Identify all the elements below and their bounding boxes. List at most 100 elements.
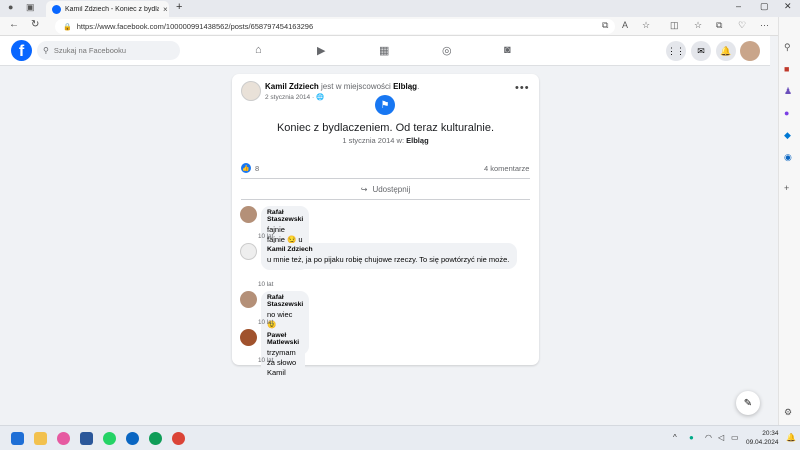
post-location[interactable]: Elbląg bbox=[393, 82, 417, 91]
post-author-name[interactable]: Kamil Zdziech bbox=[265, 82, 319, 91]
facebook-search-box[interactable]: ⚲ bbox=[37, 41, 180, 60]
app-icon[interactable] bbox=[57, 432, 70, 445]
share-label: Udostępnij bbox=[372, 184, 411, 194]
tab-actions-icon[interactable]: ▣ bbox=[26, 2, 35, 13]
event-place[interactable]: Elbląg bbox=[406, 136, 429, 145]
comment-author[interactable]: Paweł Matlewski bbox=[267, 332, 299, 346]
search-input[interactable] bbox=[53, 46, 164, 55]
clock-time: 20:34 bbox=[762, 430, 779, 437]
video-icon[interactable]: ▶ bbox=[317, 44, 325, 57]
tools-icon[interactable]: ♟ bbox=[784, 86, 792, 97]
file-explorer-icon[interactable] bbox=[34, 432, 47, 445]
back-arrow-icon[interactable]: ← bbox=[9, 19, 19, 30]
favorite-star-icon[interactable]: ☆ bbox=[642, 20, 650, 31]
tab-title: Kamil Zdziech - Koniec z bydlac bbox=[65, 5, 159, 13]
settings-more-icon[interactable]: ⋯ bbox=[760, 20, 769, 31]
share-button[interactable]: ↪ Udostępnij bbox=[241, 182, 530, 196]
commenter-avatar[interactable] bbox=[240, 206, 257, 223]
shopping-icon[interactable]: ■ bbox=[784, 64, 789, 74]
profile-icon[interactable]: ● bbox=[8, 2, 13, 12]
location-prefix: jest w miejscowości bbox=[321, 82, 391, 91]
outlook-icon[interactable]: ◉ bbox=[784, 152, 792, 163]
add-sidebar-icon[interactable]: + bbox=[784, 183, 789, 193]
wifi-icon[interactable]: ◠ bbox=[705, 433, 712, 442]
notifications-icon[interactable]: 🔔 bbox=[786, 433, 796, 442]
office-icon[interactable]: ◆ bbox=[784, 130, 791, 141]
post-more-button[interactable]: ••• bbox=[515, 82, 530, 94]
games-icon[interactable]: ● bbox=[784, 108, 789, 118]
chrome-browser-icon[interactable] bbox=[172, 432, 185, 445]
clock-date: 09.04.2024 bbox=[746, 439, 779, 447]
new-tab-button[interactable]: + bbox=[176, 1, 182, 13]
battery-icon[interactable]: ▭ bbox=[731, 433, 739, 442]
post-date[interactable]: 2 stycznia 2014 bbox=[265, 94, 310, 101]
comment-author[interactable]: Rafał Staszewski bbox=[267, 294, 303, 308]
notifications-bell-icon[interactable]: 🔔 bbox=[716, 41, 736, 61]
search-sidebar-icon[interactable]: ⚲ bbox=[784, 42, 791, 53]
minimize-button[interactable]: – bbox=[736, 1, 741, 11]
messenger-app-icon[interactable] bbox=[126, 432, 139, 445]
edge-browser-icon[interactable] bbox=[149, 432, 162, 445]
event-date-line: 1 stycznia 2014 w: Elbląg bbox=[232, 136, 539, 145]
like-reaction-icon: 👍 bbox=[241, 163, 251, 173]
flag-event-icon: ⚑ bbox=[375, 95, 395, 115]
menu-grid-icon[interactable]: ⋮⋮ bbox=[666, 41, 686, 61]
system-clock[interactable]: 20:34 09.04.2024 bbox=[746, 429, 779, 448]
event-date: 1 stycznia 2014 w: bbox=[342, 136, 405, 145]
facebook-header: f ⚲ ⌂ ▶ ▦ ◎ ◙ ⋮⋮ ✉ 🔔 bbox=[0, 36, 770, 66]
url-field[interactable]: 🔒 https://www.facebook.com/1000009914385… bbox=[55, 19, 615, 34]
gaming-icon[interactable]: ◎ bbox=[442, 44, 452, 57]
refresh-icon[interactable]: ↻ bbox=[31, 19, 39, 30]
tab-close-icon[interactable]: × bbox=[163, 5, 168, 14]
commenter-avatar[interactable] bbox=[240, 291, 257, 308]
windows-taskbar: ^ ● ◠ ◁ ▭ 20:34 09.04.2024 🔔 bbox=[0, 425, 800, 450]
page-scrollbar[interactable] bbox=[769, 66, 777, 422]
comments-count[interactable]: 4 komentarze bbox=[484, 164, 529, 173]
profile-avatar[interactable] bbox=[740, 41, 760, 61]
post-author-line: Kamil Zdziech jest w miejscowości Elbląg… bbox=[265, 82, 419, 91]
tray-app-icon[interactable]: ● bbox=[689, 433, 694, 442]
close-window-button[interactable]: ✕ bbox=[784, 1, 792, 12]
collections-icon[interactable]: ⧉ bbox=[716, 20, 722, 31]
reaction-count: 8 bbox=[255, 163, 260, 173]
favorites-icon[interactable]: ☆ bbox=[694, 20, 702, 31]
facebook-logo-icon[interactable]: f bbox=[11, 40, 32, 61]
extensions-icon[interactable]: ♡ bbox=[738, 20, 746, 31]
read-aloud-icon[interactable]: A bbox=[622, 20, 628, 30]
event-title: Koniec z bydlaczeniem. Od teraz kultural… bbox=[276, 122, 495, 134]
tab-facebook-post[interactable]: Kamil Zdziech - Koniec z bydlac × bbox=[46, 1, 169, 17]
messenger-icon[interactable]: ✉ bbox=[691, 41, 711, 61]
author-avatar[interactable] bbox=[241, 81, 261, 101]
reactions-summary[interactable]: 👍 8 bbox=[241, 163, 259, 173]
commenter-avatar[interactable] bbox=[240, 243, 257, 260]
tray-chevron-icon[interactable]: ^ bbox=[673, 433, 677, 442]
outlook-app-icon[interactable] bbox=[80, 432, 93, 445]
post-date-line: 2 stycznia 2014 · 🌐 bbox=[265, 93, 324, 101]
home-icon[interactable]: ⌂ bbox=[255, 44, 262, 56]
whatsapp-icon[interactable] bbox=[103, 432, 116, 445]
comment-time[interactable]: 10 lat bbox=[258, 233, 273, 240]
open-in-app-icon[interactable]: ⧉ bbox=[602, 20, 608, 31]
comment-text: u mnie też, ja po pijaku robię chujowe r… bbox=[267, 255, 510, 264]
groups-icon[interactable]: ◙ bbox=[504, 44, 511, 56]
facebook-favicon-icon bbox=[52, 4, 61, 14]
volume-icon[interactable]: ◁ bbox=[718, 433, 724, 442]
marketplace-icon[interactable]: ▦ bbox=[379, 44, 389, 57]
windows-start-icon[interactable] bbox=[11, 432, 24, 445]
browser-sidebar: ⚲ ■ ♟ ● ◆ ◉ + ⚙ bbox=[778, 17, 800, 425]
comment-time[interactable]: 10 lat bbox=[258, 357, 273, 364]
share-icon: ↪ bbox=[360, 184, 368, 194]
date-separator: · bbox=[311, 94, 315, 101]
new-message-compose-icon[interactable]: ✎ bbox=[736, 391, 760, 415]
split-screen-icon[interactable]: ◫ bbox=[670, 20, 679, 31]
browser-tab-strip: ● ▣ Kamil Zdziech - Koniec z bydlac × + … bbox=[0, 0, 800, 17]
comment-author[interactable]: Kamil Zdziech bbox=[267, 246, 511, 253]
sidebar-settings-icon[interactable]: ⚙ bbox=[784, 407, 792, 418]
location-suffix: . bbox=[417, 82, 420, 91]
comment-time[interactable]: 10 lat bbox=[258, 319, 273, 326]
commenter-avatar[interactable] bbox=[240, 329, 257, 346]
comment-author[interactable]: Rafał Staszewski bbox=[267, 209, 303, 223]
comment-time[interactable]: 10 lat bbox=[258, 281, 273, 288]
search-icon: ⚲ bbox=[43, 46, 49, 55]
maximize-button[interactable]: ▢ bbox=[760, 1, 769, 12]
